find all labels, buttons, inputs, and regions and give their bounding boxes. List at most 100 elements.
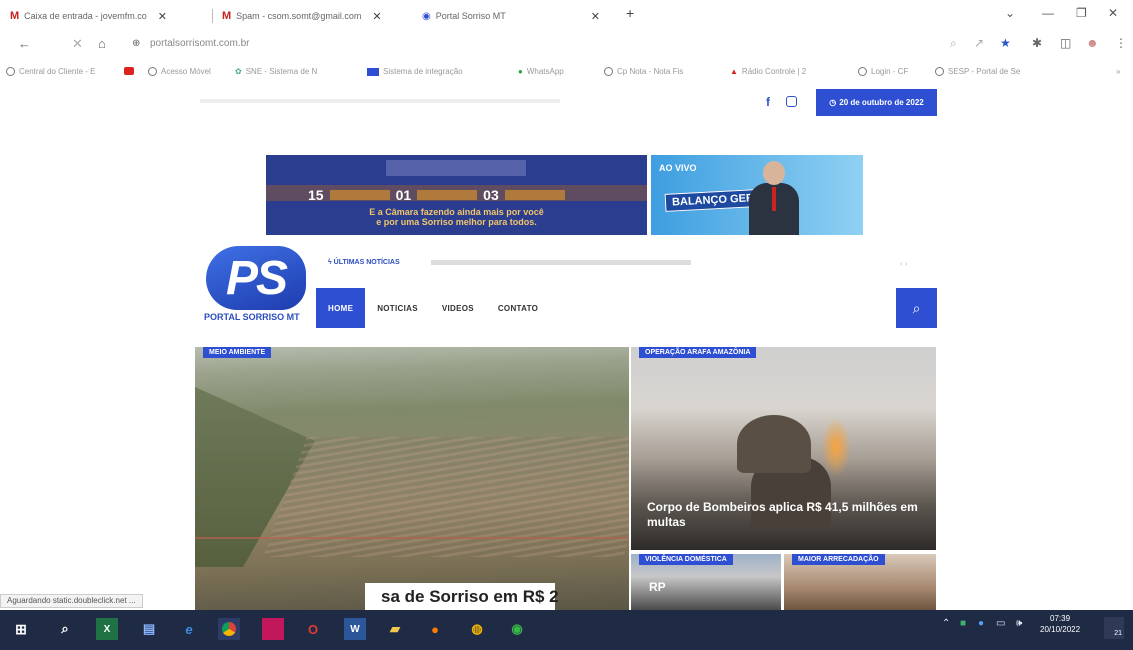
back-icon[interactable]: ← xyxy=(18,36,31,51)
category-tag[interactable]: OPERAÇÃO ARAFA AMAZÔNIA xyxy=(639,347,757,358)
browser-tab-bar: M Caixa de entrada - jovemfm.co ✕ M Spam… xyxy=(0,0,1133,30)
nav-noticias[interactable]: NOTICIAS xyxy=(365,288,430,328)
bookmark-item[interactable]: Acesso Móvel xyxy=(148,67,211,76)
clock-time: 07:39 xyxy=(1050,614,1071,623)
facebook-icon[interactable]: f xyxy=(766,95,770,109)
close-window-icon[interactable]: ✕ xyxy=(1108,6,1118,20)
share-icon[interactable]: ↗ xyxy=(974,36,984,50)
close-icon[interactable]: ✕ xyxy=(591,10,600,23)
presenter-head xyxy=(763,161,785,185)
close-icon[interactable]: ✕ xyxy=(158,10,167,23)
browser-status-text: Aguardando static.doubleclick.net ... xyxy=(0,594,143,608)
browser-tab-inbox[interactable]: M Caixa de entrada - jovemfm.co ✕ xyxy=(10,6,210,26)
presenter-tie xyxy=(772,187,776,211)
category-tag[interactable]: MEIO AMBIENTE xyxy=(203,347,272,358)
nav-contato[interactable]: CONTATO xyxy=(486,288,550,328)
top-links-placeholder xyxy=(200,99,560,103)
tab-label: Portal Sorriso MT xyxy=(435,11,506,21)
card-headline[interactable]: sa de Sorriso em R$ 2 xyxy=(381,587,559,607)
bookmark-item[interactable]: Central do Cliente - E xyxy=(6,67,95,76)
tray-app-icon[interactable]: ● xyxy=(978,618,984,629)
restore-icon[interactable]: ❐ xyxy=(1076,6,1087,20)
bolt-icon: ϟ xyxy=(328,259,332,266)
more-bookmarks-icon[interactable]: » xyxy=(1116,67,1120,76)
nav-videos[interactable]: VIDEOS xyxy=(430,288,486,328)
browser-tab-portal[interactable]: ◉ Portal Sorriso MT ✕ xyxy=(422,6,608,26)
bookmark-item[interactable]: Login - CF xyxy=(858,67,908,76)
search-icon[interactable]: ⌕ xyxy=(54,618,76,640)
file-explorer-icon[interactable]: ▰ xyxy=(384,618,406,640)
site-info-icon[interactable]: ⊕ xyxy=(132,38,140,49)
chevron-down-icon[interactable]: ⌄ xyxy=(1005,6,1015,20)
minimize-icon[interactable]: — xyxy=(1042,6,1054,20)
taskbar-clock[interactable]: 07:39 20/10/2022 xyxy=(1040,613,1080,635)
instagram-icon[interactable] xyxy=(786,96,797,107)
nav-home[interactable]: HOME xyxy=(316,288,366,328)
excel-icon[interactable]: X xyxy=(96,618,118,640)
tray-app-icon[interactable]: ■ xyxy=(960,618,966,629)
word-icon[interactable]: W xyxy=(344,618,366,640)
task-view-icon[interactable]: ▤ xyxy=(138,618,160,640)
chevron-up-icon[interactable]: ⌃ xyxy=(942,618,950,629)
clock-icon: ◷ xyxy=(829,98,837,107)
category-tag[interactable]: VIOLÊNCIA DOMÉSTICA xyxy=(639,554,733,565)
logo-mark: PS xyxy=(206,246,306,310)
banner-bar xyxy=(329,190,390,200)
logo-name: PORTAL SORRISO MT xyxy=(204,312,300,322)
browser-tab-spam[interactable]: M Spam - csom.somt@gmail.com ✕ xyxy=(222,6,412,26)
opera-icon[interactable]: O xyxy=(302,618,324,640)
chrome-canary-icon[interactable]: ◍ xyxy=(466,618,488,640)
site-logo[interactable]: PS PORTAL SORRISO MT xyxy=(198,246,310,328)
home-icon[interactable]: ⌂ xyxy=(98,36,106,51)
notification-center[interactable]: 21 xyxy=(1104,617,1124,639)
browser-icon[interactable]: ◉ xyxy=(506,618,528,640)
menu-icon[interactable]: ⋮ xyxy=(1115,36,1127,50)
banner-bar xyxy=(504,190,565,200)
news-card[interactable]: OPERAÇÃO ARAFA AMAZÔNIA Corpo de Bombeir… xyxy=(631,347,936,550)
app-icon[interactable] xyxy=(262,618,284,640)
new-tab-button[interactable]: + xyxy=(626,5,634,21)
bookmark-item[interactable]: Cp Nota - Nota Fis xyxy=(604,67,683,76)
banner-number: 01 xyxy=(395,187,412,203)
ticker-arrows[interactable]: ‹ › xyxy=(900,259,908,268)
featured-news-card[interactable]: MEIO AMBIENTE sa de Sorriso em R$ 2 xyxy=(195,347,629,610)
tab-label: Spam - csom.somt@gmail.com xyxy=(236,11,362,21)
url-field[interactable]: portalsorrisomt.com.br xyxy=(150,38,249,49)
bookmark-item[interactable]: ✿ SNE - Sistema de N xyxy=(235,67,317,76)
balanco-geral-banner-ad[interactable]: AO VIVO BALANÇO GERAL xyxy=(651,155,863,235)
card-image-text: RP xyxy=(649,580,666,594)
tab-divider xyxy=(212,9,213,23)
firefox-icon[interactable]: ● xyxy=(424,618,446,640)
category-tag[interactable]: MAIOR ARRECADAÇÃO xyxy=(792,554,885,565)
search-icon[interactable]: ⌕ xyxy=(950,36,957,51)
news-card[interactable]: VIOLÊNCIA DOMÉSTICA RP xyxy=(631,554,781,610)
gmail-icon: M xyxy=(222,10,232,22)
bookmark-item[interactable] xyxy=(124,67,138,75)
windows-start-icon[interactable]: ⊞ xyxy=(10,618,32,640)
star-icon[interactable]: ★ xyxy=(1000,36,1011,50)
stop-icon[interactable]: ✕ xyxy=(72,36,83,52)
camara-banner-ad[interactable]: 15 01 03 E a Câmara fazendo ainda mais p… xyxy=(266,155,647,235)
search-button[interactable]: ⌕ xyxy=(896,288,937,328)
app-icon xyxy=(367,67,379,76)
whatsapp-icon: ● xyxy=(518,67,523,76)
card-image-field xyxy=(263,437,629,557)
bookmark-item[interactable]: Sistema de integração xyxy=(367,67,463,76)
news-ticker-text[interactable] xyxy=(431,260,691,265)
chrome-icon[interactable] xyxy=(218,618,240,640)
gmail-icon: M xyxy=(10,10,20,22)
bookmark-item[interactable]: SESP - Portal de Se xyxy=(935,67,1020,76)
card-image-fire xyxy=(821,417,851,477)
sidepanel-icon[interactable]: ◫ xyxy=(1060,36,1071,50)
extensions-icon[interactable]: ✱ xyxy=(1032,36,1042,50)
network-icon[interactable]: ▭ xyxy=(996,618,1005,629)
close-icon[interactable]: ✕ xyxy=(372,10,381,23)
bookmark-item[interactable]: ▲ Rádio Controle | 2 xyxy=(730,67,806,76)
internet-explorer-icon[interactable]: e xyxy=(178,618,200,640)
bookmark-item[interactable]: ● WhatsApp xyxy=(518,67,564,76)
volume-icon[interactable]: 🕪 xyxy=(1016,618,1022,629)
globe-icon xyxy=(604,67,613,76)
profile-icon[interactable]: ☻ xyxy=(1086,36,1099,50)
news-card[interactable]: MAIOR ARRECADAÇÃO xyxy=(784,554,936,610)
card-headline[interactable]: Corpo de Bombeiros aplica R$ 41,5 milhõe… xyxy=(647,500,927,530)
